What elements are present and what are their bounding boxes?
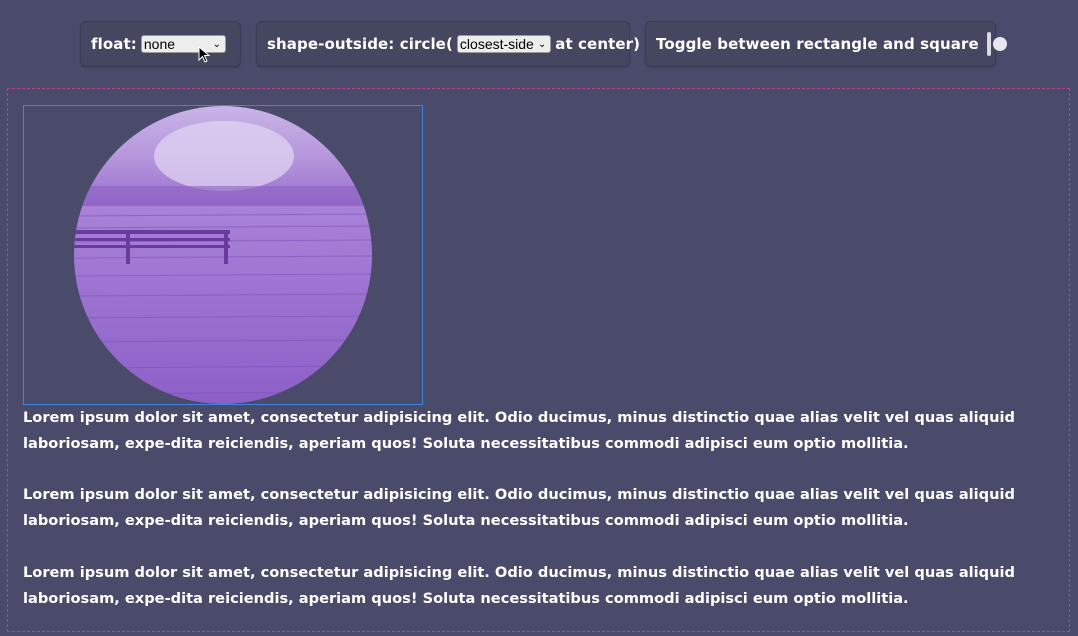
float-control: float: none ⌄ xyxy=(80,21,241,67)
paragraph-1: Lorem ipsum dolor sit amet, consectetur … xyxy=(23,409,1015,452)
circular-image xyxy=(74,106,372,404)
shape-label-suffix: at center) xyxy=(555,35,641,53)
shape-select-value: closest-side xyxy=(459,36,534,52)
mouse-pointer-icon xyxy=(198,46,211,63)
chevron-down-icon: ⌄ xyxy=(537,38,547,50)
pier-bench-image xyxy=(74,106,372,404)
float-label: float: xyxy=(91,35,137,53)
shape-select[interactable]: closest-side ⌄ xyxy=(456,35,552,53)
chevron-down-icon: ⌄ xyxy=(212,38,221,50)
demo-content-area: Lorem ipsum dolor sit amet, consectetur … xyxy=(7,88,1070,632)
paragraph-3: Lorem ipsum dolor sit amet, consectetur … xyxy=(23,564,1015,607)
toggle-label: Toggle between rectangle and square xyxy=(656,35,979,53)
shape-outside-control: shape-outside: circle( closest-side ⌄ at… xyxy=(256,21,640,67)
shape-toggle-switch[interactable] xyxy=(986,32,1007,56)
toggle-knob xyxy=(992,37,1007,51)
controls-toolbar: float: none ⌄ shape-outside: circle( clo… xyxy=(0,21,1078,69)
paragraph-2: Lorem ipsum dolor sit amet, consectetur … xyxy=(23,486,1015,529)
toggle-control: Toggle between rectangle and square xyxy=(645,21,1007,67)
float-select-value: none xyxy=(143,36,176,52)
float-select[interactable]: none ⌄ xyxy=(140,35,226,53)
shape-label-prefix: shape-outside: circle( xyxy=(267,35,453,53)
floated-element-outline xyxy=(23,105,423,405)
